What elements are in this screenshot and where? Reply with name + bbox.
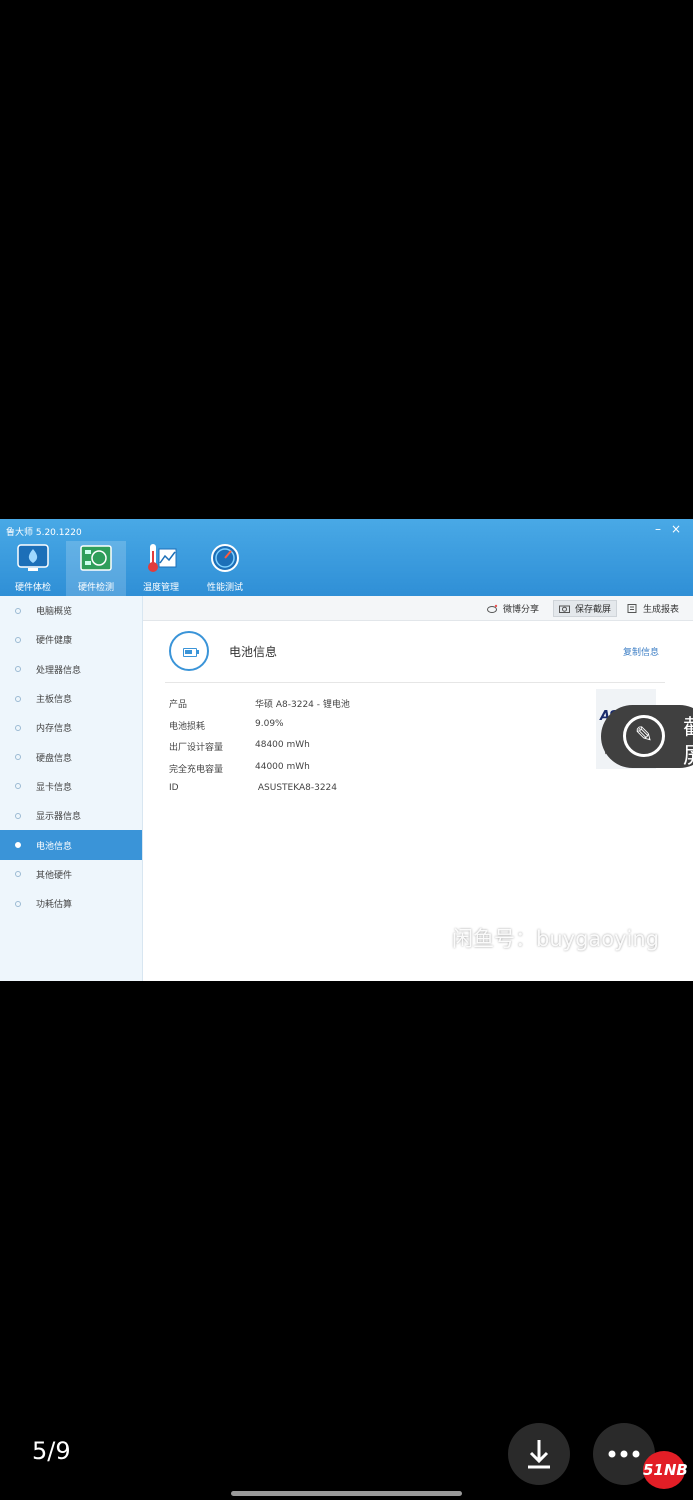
tool-temperature[interactable]: 温度管理 <box>131 541 191 596</box>
generate-report-button[interactable]: 生成报表 <box>627 602 679 615</box>
weibo-share-button[interactable]: 微博分享 <box>486 602 539 615</box>
action-toolbar: 微博分享 保存截屏 生成报表 <box>143 596 693 621</box>
info-value: 华硕 A8-3224 - 锂电池 <box>255 700 350 710</box>
bullet-icon <box>15 812 21 819</box>
thermometer-icon <box>144 543 178 573</box>
sidebar-item-label: 电脑概览 <box>36 607 73 618</box>
sidebar-item-memory[interactable]: 内存信息 <box>0 713 142 742</box>
tool-hardware-detect[interactable]: 硬件检测 <box>66 541 126 596</box>
tool-label: 硬件检测 <box>77 583 114 593</box>
weibo-icon <box>486 604 498 613</box>
copy-info-link[interactable]: 复制信息 <box>623 645 659 658</box>
info-key: ID <box>169 783 179 794</box>
close-button[interactable]: × <box>671 522 681 536</box>
info-key: 电池损耗 <box>169 721 206 732</box>
sidebar-item-label: 内存信息 <box>36 724 73 735</box>
sidebar-item-other[interactable]: 其他硬件 <box>0 860 142 889</box>
tool-hardware-check[interactable]: 硬件体检 <box>3 541 63 596</box>
sidebar-item-label: 其他硬件 <box>36 870 73 881</box>
sidebar-item-display[interactable]: 显示器信息 <box>0 801 142 830</box>
pen-icon: ✎ <box>623 715 665 757</box>
info-value: 48400 mWh <box>255 740 310 751</box>
bullet-icon <box>15 666 21 673</box>
info-value: 44000 mWh <box>255 761 310 772</box>
bullet-icon <box>15 842 21 849</box>
sidebar-item-label: 显卡信息 <box>36 782 73 793</box>
info-value: ASUSTEKA8-3224 <box>255 783 337 794</box>
app-topbar: 鲁大师 5.20.1220 – × 硬件体检 硬件检测 温度管理 性能测试 <box>0 519 693 596</box>
info-key: 完全充电容量 <box>169 764 224 775</box>
bullet-icon <box>15 900 21 907</box>
tool-label: 硬件体检 <box>14 583 51 593</box>
tool-performance[interactable]: 性能测试 <box>195 541 255 596</box>
sidebar-item-label: 主板信息 <box>36 695 73 706</box>
xianyu-watermark-text: 闲鱼号：buygaoying <box>452 927 660 951</box>
bullet-icon <box>15 724 21 731</box>
camera-icon <box>558 604 570 613</box>
weibo-share-label: 微博分享 <box>502 604 539 615</box>
sidebar-item-graphics[interactable]: 显卡信息 <box>0 772 142 801</box>
bullet-icon <box>15 754 21 761</box>
sidebar-item-label: 功耗估算 <box>36 900 73 911</box>
battery-icon <box>169 631 209 671</box>
sidebar-item-label: 硬盘信息 <box>36 753 73 764</box>
bullet-icon <box>15 871 21 878</box>
tool-label: 性能测试 <box>206 583 243 593</box>
sidebar-item-label: 电池信息 <box>36 841 73 852</box>
bullet-icon <box>15 695 21 702</box>
overlay-label: 截 屏 <box>683 715 693 771</box>
bullet-icon <box>15 783 21 790</box>
app-title: 鲁大师 5.20.1220 <box>6 528 82 538</box>
section-title: 电池信息 <box>229 645 278 659</box>
info-key: 产品 <box>169 700 188 710</box>
hardware-app-window: 鲁大师 5.20.1220 – × 硬件体检 硬件检测 温度管理 性能测试 电脑… <box>0 519 693 981</box>
xianyu-watermark-logo: 闲鱼 <box>585 873 663 913</box>
info-row: 产品 华硕 A8-3224 - 锂电池 <box>169 697 350 719</box>
sidebar-item-label: 处理器信息 <box>36 665 82 676</box>
sidebar: 电脑概览 硬件健康 处理器信息 主板信息 内存信息 硬盘信息 显卡信息 显示器信… <box>0 596 143 981</box>
sidebar-item-cpu[interactable]: 处理器信息 <box>0 655 142 684</box>
app-badge: 51NB <box>643 1451 688 1489</box>
section-header: 电池信息 复制信息 <box>165 621 665 683</box>
info-value: 9.09% <box>255 718 284 729</box>
circuit-board-icon <box>79 543 113 573</box>
report-icon <box>627 603 638 613</box>
battery-info-table: 产品 华硕 A8-3224 - 锂电池 电池损耗 9.09% 出厂设计容量 48400… <box>169 697 350 805</box>
tool-label: 温度管理 <box>142 583 179 593</box>
info-row: 电池损耗 9.09% <box>169 719 350 741</box>
info-key: 出厂设计容量 <box>169 743 224 754</box>
sidebar-item-battery[interactable]: 电池信息 <box>0 830 142 860</box>
download-icon <box>528 1440 550 1469</box>
sidebar-item-power[interactable]: 功耗估算 <box>0 889 142 918</box>
screenshot-edit-floating-button[interactable]: ✎ 截 屏 <box>601 705 693 771</box>
home-indicator[interactable] <box>231 1491 462 1496</box>
info-row: 出厂设计容量 48400 mWh <box>169 740 350 762</box>
generate-report-label: 生成报表 <box>642 604 679 615</box>
page-indicator: 5/9 <box>32 1437 71 1465</box>
bullet-icon <box>15 636 21 643</box>
sidebar-item-overview[interactable]: 电脑概览 <box>0 596 142 625</box>
sidebar-item-health[interactable]: 硬件健康 <box>0 625 142 654</box>
sidebar-item-motherboard[interactable]: 主板信息 <box>0 684 142 713</box>
bullet-icon <box>15 607 21 614</box>
minimize-button[interactable]: – <box>655 522 661 536</box>
sidebar-item-disk[interactable]: 硬盘信息 <box>0 742 142 771</box>
info-row: ID ASUSTEKA8-3224 <box>169 783 350 805</box>
sidebar-item-label: 硬件健康 <box>36 636 73 647</box>
sidebar-item-label: 显示器信息 <box>36 812 82 823</box>
save-screenshot-button[interactable]: 保存截屏 <box>552 599 617 617</box>
info-row: 完全充电容量 44000 mWh <box>169 762 350 784</box>
speedometer-icon <box>208 543 242 573</box>
monitor-health-icon <box>16 543 50 573</box>
download-button[interactable] <box>508 1423 570 1485</box>
save-screenshot-label: 保存截屏 <box>574 604 611 615</box>
